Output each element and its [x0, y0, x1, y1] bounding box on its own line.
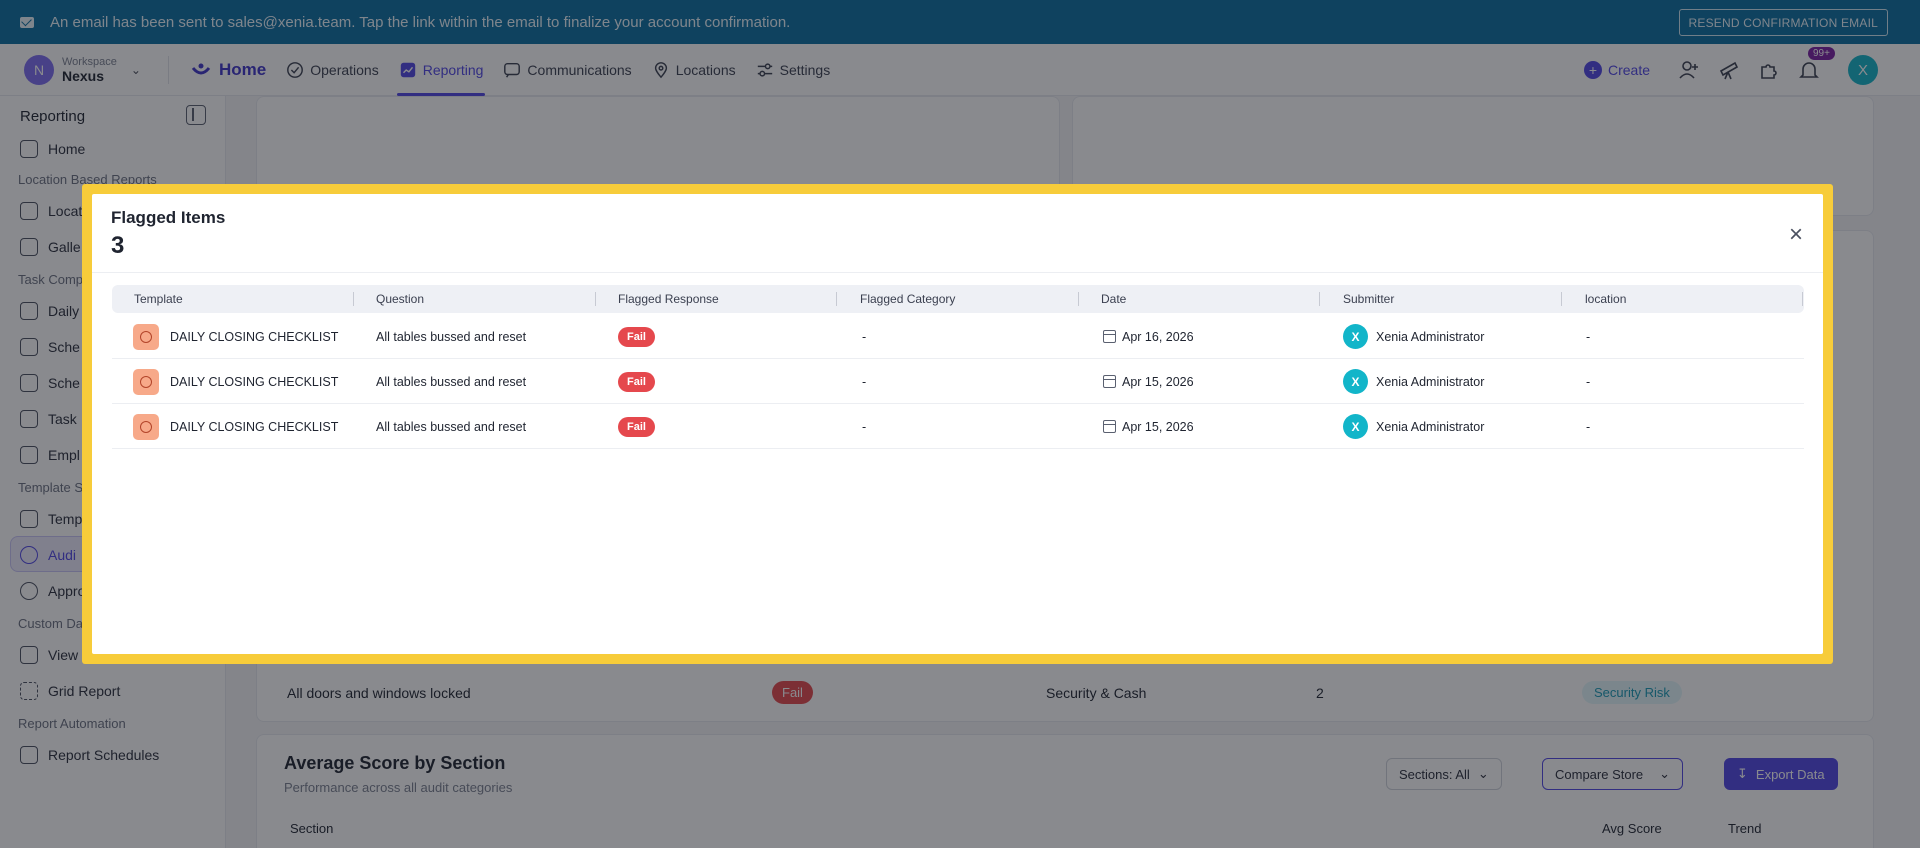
- cell-category: -: [862, 419, 867, 434]
- cell-date: Apr 15, 2026: [1103, 404, 1194, 449]
- table-header: Template Question Flagged Response Flagg…: [112, 285, 1804, 313]
- submitter-name: Xenia Administrator: [1376, 329, 1485, 344]
- cell-submitter: X Xenia Administrator: [1343, 314, 1484, 359]
- cell-submitter: X Xenia Administrator: [1343, 359, 1484, 404]
- date-value: Apr 15, 2026: [1122, 374, 1194, 389]
- date-value: Apr 15, 2026: [1122, 419, 1194, 434]
- fail-badge: Fail: [618, 326, 655, 347]
- col-template: Template: [134, 292, 183, 306]
- cell-question: All tables bussed and reset: [376, 419, 527, 434]
- col-resize-handle[interactable]: [353, 292, 354, 306]
- cell-template: DAILY CLOSING CHECKLIST: [133, 359, 338, 404]
- checklist-template-icon: [133, 323, 159, 350]
- cell-location: -: [1586, 374, 1591, 389]
- date-value: Apr 16, 2026: [1122, 329, 1194, 344]
- modal-title: Flagged Items: [111, 208, 226, 227]
- template-name: DAILY CLOSING CHECKLIST: [170, 374, 339, 389]
- cell-location: -: [1586, 329, 1591, 344]
- flagged-items-modal: Flagged Items 3 × Template Question Flag…: [92, 194, 1823, 654]
- close-icon[interactable]: ×: [1785, 223, 1807, 247]
- col-flagged-response: Flagged Response: [618, 292, 719, 306]
- col-resize-handle[interactable]: [595, 292, 596, 306]
- col-resize-handle[interactable]: [1078, 292, 1079, 306]
- cell-category: -: [862, 374, 867, 389]
- col-resize-handle[interactable]: [1802, 292, 1803, 306]
- col-date: Date: [1101, 292, 1127, 306]
- cell-category: -: [862, 329, 867, 344]
- cell-question: All tables bussed and reset: [376, 374, 527, 389]
- checklist-template-icon: [133, 368, 159, 395]
- col-location: location: [1585, 292, 1627, 306]
- cell-response: Fail: [618, 404, 655, 449]
- modal-divider: [92, 272, 1823, 273]
- fail-badge: Fail: [618, 416, 655, 437]
- col-resize-handle[interactable]: [1561, 292, 1562, 306]
- checklist-template-icon: [133, 413, 159, 440]
- cell-template: DAILY CLOSING CHECKLIST: [133, 314, 338, 359]
- calendar-icon: [1103, 330, 1116, 343]
- submitter-avatar: X: [1343, 369, 1368, 394]
- table-row[interactable]: DAILY CLOSING CHECKLIST All tables busse…: [112, 359, 1804, 404]
- fail-badge: Fail: [618, 371, 655, 392]
- col-resize-handle[interactable]: [1319, 292, 1320, 306]
- table-row[interactable]: DAILY CLOSING CHECKLIST All tables busse…: [112, 314, 1804, 359]
- submitter-name: Xenia Administrator: [1376, 374, 1485, 389]
- cell-location: -: [1586, 419, 1591, 434]
- table-row[interactable]: DAILY CLOSING CHECKLIST All tables busse…: [112, 404, 1804, 449]
- submitter-name: Xenia Administrator: [1376, 419, 1485, 434]
- col-question: Question: [376, 292, 425, 306]
- cell-date: Apr 16, 2026: [1103, 314, 1194, 359]
- template-name: DAILY CLOSING CHECKLIST: [170, 329, 339, 344]
- cell-template: DAILY CLOSING CHECKLIST: [133, 404, 338, 449]
- col-flagged-category: Flagged Category: [860, 292, 956, 306]
- calendar-icon: [1103, 420, 1116, 433]
- col-submitter: Submitter: [1343, 292, 1395, 306]
- submitter-avatar: X: [1343, 414, 1368, 439]
- calendar-icon: [1103, 375, 1116, 388]
- cell-submitter: X Xenia Administrator: [1343, 404, 1484, 449]
- cell-response: Fail: [618, 359, 655, 404]
- cell-date: Apr 15, 2026: [1103, 359, 1194, 404]
- col-resize-handle[interactable]: [836, 292, 837, 306]
- template-name: DAILY CLOSING CHECKLIST: [170, 419, 339, 434]
- cell-question: All tables bussed and reset: [376, 329, 527, 344]
- submitter-avatar: X: [1343, 324, 1368, 349]
- cell-response: Fail: [618, 314, 655, 359]
- flagged-count: 3: [111, 232, 125, 259]
